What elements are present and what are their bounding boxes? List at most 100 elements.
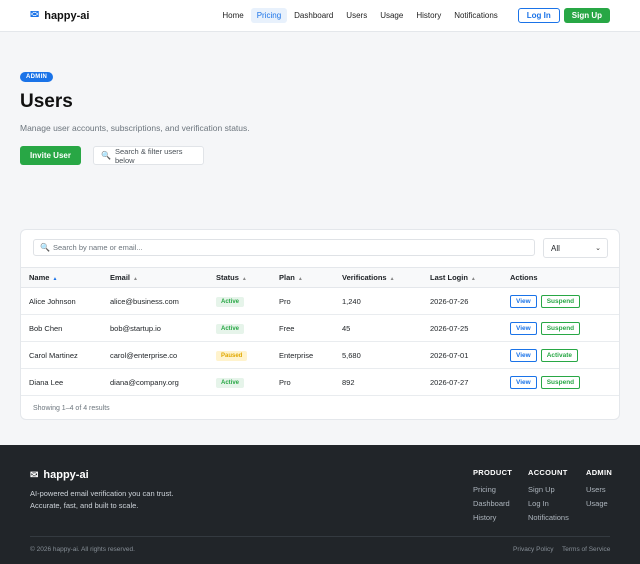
table-row: Alice Johnson alice@business.com Active … — [21, 288, 619, 315]
users-card: 🔍 Search by name or email... All ⌄ Name ▲… — [20, 229, 620, 420]
activate-button[interactable]: Activate — [540, 348, 578, 362]
mail-icon: ✉ — [30, 469, 39, 481]
invite-user-button[interactable]: Invite User — [20, 146, 81, 165]
footer-brand[interactable]: ✉ happy-ai — [30, 469, 89, 481]
nav-home[interactable]: Home — [216, 8, 249, 23]
chevron-down-icon: ⌄ — [595, 245, 601, 252]
users-table: Name ▲ Email ▲ Status ▲ Plan ▲ Verifications… — [21, 267, 619, 396]
cell-plan: Pro — [279, 377, 291, 387]
cell-status: Active — [208, 296, 271, 307]
table-row: Carol Martinez carol@enterprise.co Pause… — [21, 342, 619, 369]
col-last-login-header[interactable]: Last Login ▲ — [422, 273, 502, 282]
status-badge: Active — [216, 323, 245, 334]
footer-col-title: ACCOUNT — [528, 468, 568, 477]
page-subtitle: Manage user accounts, subscriptions, and… — [20, 123, 250, 133]
search-icon: 🔍 — [40, 243, 50, 252]
cell-email: bob@startup.io — [110, 323, 161, 333]
nav-history[interactable]: History — [410, 8, 447, 23]
signup-button[interactable]: Sign Up — [563, 8, 610, 23]
nav-users[interactable]: Users — [340, 8, 373, 23]
footer-brand-name: happy-ai — [43, 469, 89, 481]
col-status-header[interactable]: Status ▲ — [208, 273, 271, 282]
footer-link-history[interactable]: History — [473, 513, 512, 522]
cell-last-login: 2026-07-27 — [430, 377, 469, 387]
brand-name: happy-ai — [44, 9, 90, 22]
sort-icon: ▲ — [297, 276, 303, 282]
col-plan-header[interactable]: Plan ▲ — [271, 273, 334, 282]
footer-col-title: ADMIN — [586, 468, 613, 477]
table-header: Name ▲ Email ▲ Status ▲ Plan ▲ Verifications… — [21, 267, 619, 288]
footer-link-pricing[interactable]: Pricing — [473, 485, 512, 494]
main-nav: Home Pricing Dashboard Users Usage Histo… — [215, 8, 610, 23]
copyright: © 2026 happy-ai. All rights reserved. — [30, 546, 135, 553]
status-filter-value: All — [551, 243, 560, 253]
view-button[interactable]: View — [510, 348, 537, 362]
cell-last-login: 2026-07-26 — [430, 296, 469, 306]
suspend-button[interactable]: Suspend — [540, 375, 581, 389]
cell-verifications: 892 — [342, 377, 355, 387]
cell-name: Carol Martinez — [29, 350, 78, 360]
col-name-header[interactable]: Name ▲ — [21, 273, 102, 282]
cell-status: Paused — [208, 350, 271, 361]
search-icon: 🔍 — [101, 151, 111, 160]
view-button[interactable]: View — [510, 294, 537, 308]
table-row: Diana Lee diana@company.org Active Pro 8… — [21, 369, 619, 396]
cell-actions: View Suspend — [502, 321, 619, 335]
login-button[interactable]: Log In — [517, 8, 560, 23]
cell-status: Active — [208, 323, 271, 334]
cell-verifications: 45 — [342, 323, 351, 333]
footer-col-account: ACCOUNT Sign Up Log In Notifications — [528, 468, 569, 527]
sort-asc-icon: ▲ — [52, 276, 58, 282]
sort-icon: ▲ — [241, 276, 247, 282]
cell-name: Alice Johnson — [29, 296, 76, 306]
nav-dashboard[interactable]: Dashboard — [288, 8, 339, 23]
cell-name: Diana Lee — [29, 377, 64, 387]
terms-link[interactable]: Terms of Service — [562, 546, 610, 553]
table-row: Bob Chen bob@startup.io Active Free 45 2… — [21, 315, 619, 342]
footer-col-admin: ADMIN Users Usage — [586, 468, 612, 513]
cell-status: Active — [208, 377, 271, 388]
status-badge: Active — [216, 296, 245, 307]
cell-actions: View Activate — [502, 348, 619, 362]
view-button[interactable]: View — [510, 321, 537, 335]
view-button[interactable]: View — [510, 375, 537, 389]
col-verifications-header[interactable]: Verifications ▲ — [334, 273, 422, 282]
suspend-button[interactable]: Suspend — [540, 294, 581, 308]
footer-link-login[interactable]: Log In — [528, 499, 569, 508]
site-footer: ✉ happy-ai AI-powered email verification… — [0, 445, 640, 564]
col-email-header[interactable]: Email ▲ — [102, 273, 208, 282]
admin-badge: ADMIN — [20, 72, 54, 82]
footer-link-dashboard[interactable]: Dashboard — [473, 499, 512, 508]
footer-link-notifications[interactable]: Notifications — [528, 513, 569, 522]
footer-description: AI-powered email verification you can tr… — [30, 489, 174, 510]
cell-last-login: 2026-07-01 — [430, 350, 469, 360]
filter-hint-text: Search & filter users below — [114, 146, 183, 165]
footer-link-users[interactable]: Users — [586, 485, 612, 494]
cell-actions: View Suspend — [502, 294, 619, 308]
cell-plan: Pro — [279, 296, 291, 306]
cell-verifications: 5,680 — [342, 350, 361, 360]
nav-pricing[interactable]: Pricing — [250, 8, 288, 23]
cell-email: diana@company.org — [110, 377, 179, 387]
footer-col-product: PRODUCT Pricing Dashboard History — [473, 468, 512, 527]
privacy-link[interactable]: Privacy Policy — [513, 546, 553, 553]
cell-email: alice@business.com — [110, 296, 179, 306]
suspend-button[interactable]: Suspend — [540, 321, 581, 335]
footer-link-usage[interactable]: Usage — [586, 499, 612, 508]
footer-link-signup[interactable]: Sign Up — [528, 485, 569, 494]
nav-usage[interactable]: Usage — [374, 8, 409, 23]
footer-divider — [30, 536, 610, 537]
col-actions-header: Actions — [510, 273, 538, 282]
status-badge: Active — [216, 377, 245, 388]
cell-verifications: 1,240 — [342, 296, 361, 306]
sort-icon: ▲ — [133, 276, 138, 282]
cell-email: carol@enterprise.co — [110, 350, 178, 360]
nav-notifications[interactable]: Notifications — [448, 8, 504, 23]
brand-logo[interactable]: ✉ happy-ai — [30, 10, 89, 22]
cell-last-login: 2026-07-25 — [430, 323, 469, 333]
cell-name: Bob Chen — [29, 323, 63, 333]
cell-plan: Enterprise — [279, 350, 314, 360]
search-input[interactable]: 🔍 Search by name or email... — [33, 239, 535, 256]
cell-plan: Free — [279, 323, 295, 333]
status-filter-select[interactable]: All ⌄ — [543, 238, 608, 258]
